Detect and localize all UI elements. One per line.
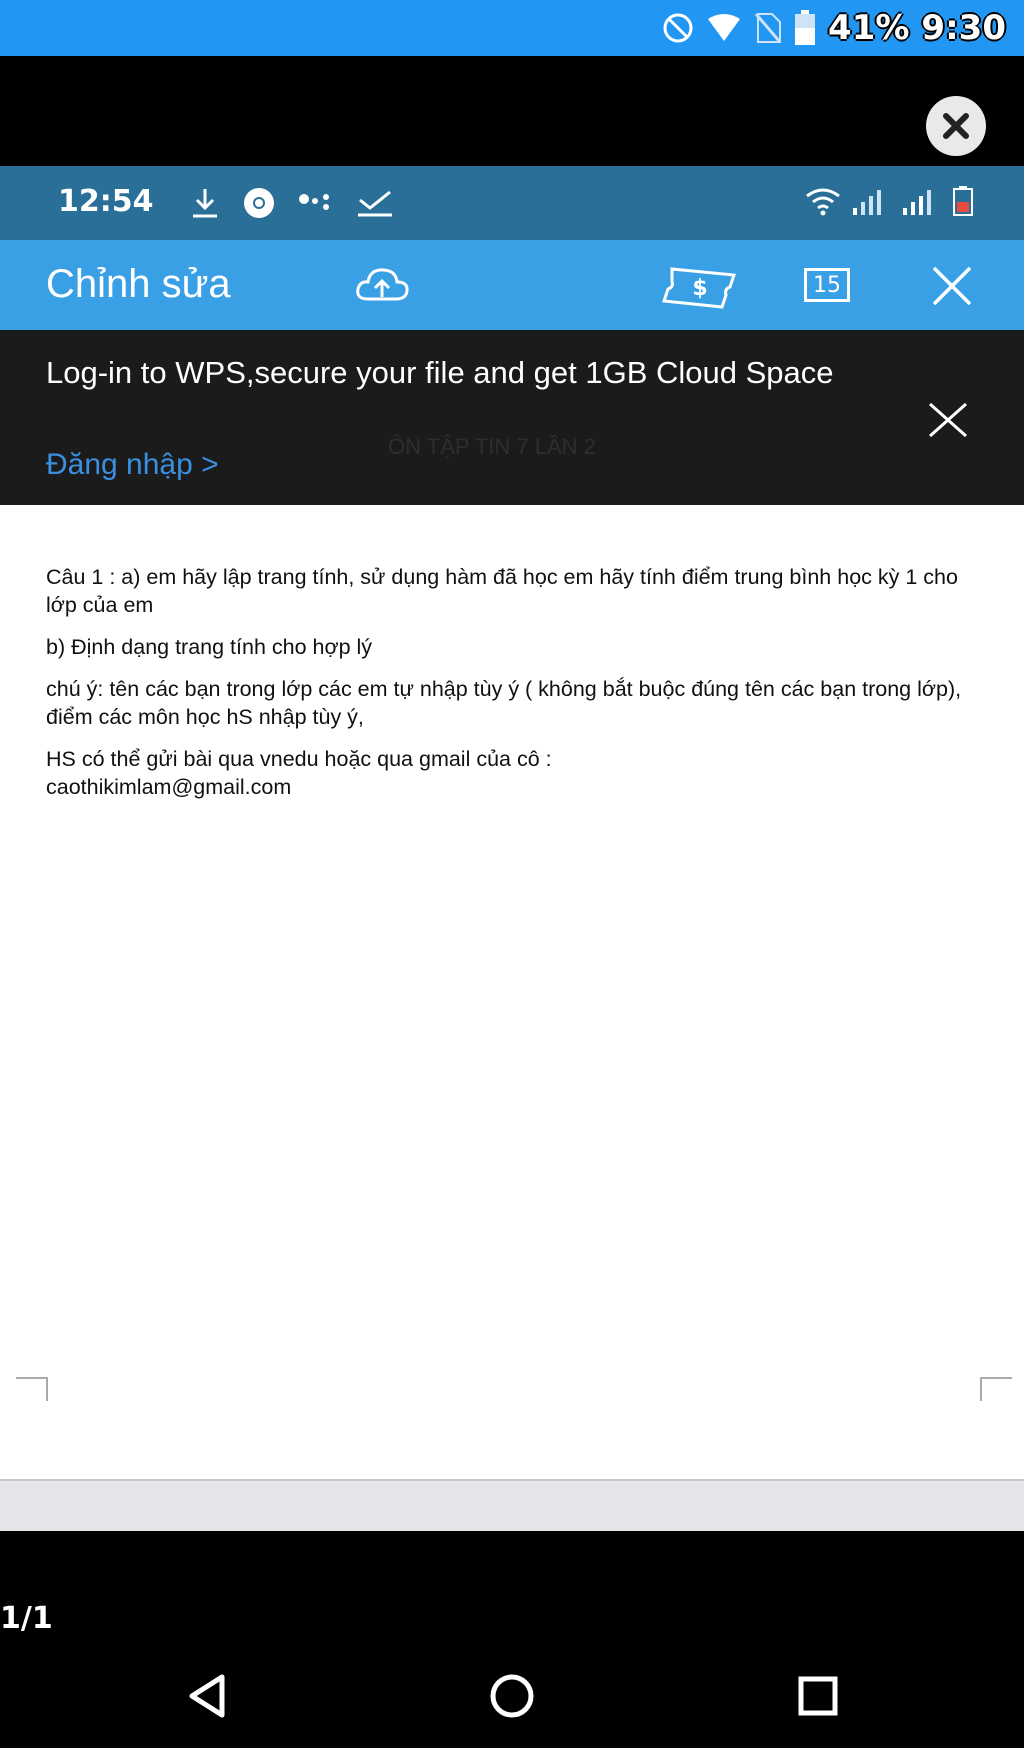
doc-paragraph: b) Định dạng trang tính cho hợp lý (46, 635, 373, 659)
login-banner: ÔN TẬP TIN 7 LẦN 2 Log-in to WPS,secure … (0, 330, 1024, 505)
status-bar-right: 41% 9:30 (662, 6, 1006, 50)
svg-text:$: $ (692, 276, 707, 301)
back-button[interactable] (172, 1661, 242, 1731)
inner-status-right (804, 186, 974, 216)
calendar-button[interactable]: 15 (804, 268, 850, 302)
wifi-icon (708, 14, 741, 41)
document-body: Câu 1 : a) em hãy lập trang tính, sử dụn… (46, 563, 966, 815)
close-editor-button[interactable] (928, 262, 976, 310)
signal-icon (903, 190, 931, 215)
premium-ticket-button[interactable]: $ (660, 260, 740, 314)
chrome-icon (244, 188, 274, 218)
close-icon (932, 266, 972, 306)
back-icon (189, 1674, 225, 1718)
inner-notification-icons (190, 186, 394, 220)
cloud-upload-icon (356, 268, 409, 301)
calendar-icon: 15 (813, 272, 841, 298)
no-sim-icon (754, 13, 782, 43)
login-banner-message: Log-in to WPS,secure your file and get 1… (46, 355, 834, 390)
home-button[interactable] (477, 1661, 547, 1731)
page-counter: 1/1 (0, 1601, 53, 1636)
close-icon (929, 402, 967, 438)
wifi-icon (806, 188, 840, 216)
battery-icon (795, 10, 816, 45)
app-toolbar: Chỉnh sửa $ 15 (0, 240, 1024, 330)
battery-percentage: 41% (828, 8, 910, 48)
close-icon (943, 113, 969, 139)
system-status-bar: 41% 9:30 (0, 0, 1024, 56)
download-icon (193, 189, 217, 218)
doc-paragraph: chú ý: tên các bạn trong lớp các em tự n… (46, 677, 962, 729)
do-not-disturb-icon (663, 13, 693, 43)
page-corner-mark-left (16, 1377, 48, 1401)
inner-clock: 12:54 (58, 184, 154, 219)
toolbar-title: Chỉnh sửa (46, 262, 231, 306)
home-icon (490, 1674, 534, 1718)
doc-paragraph: HS có thể gửi bài qua vnedu hoặc qua gma… (46, 747, 552, 799)
system-clock: 9:30 (921, 8, 1006, 48)
login-link[interactable]: Đăng nhập > (46, 448, 219, 482)
app-dots-icon (299, 194, 329, 210)
doc-paragraph: Câu 1 : a) em hãy lập trang tính, sử dụn… (46, 565, 958, 617)
check-icon (358, 190, 392, 217)
banner-close-button[interactable] (926, 398, 974, 446)
recents-icon (798, 1676, 838, 1716)
recents-button[interactable] (783, 1661, 853, 1731)
document-title-behind-banner: ÔN TẬP TIN 7 LẦN 2 (388, 434, 596, 459)
cloud-upload-button[interactable] (352, 262, 412, 308)
inner-status-bar: 12:54 (0, 166, 1024, 240)
page-corner-mark-right (980, 1377, 1012, 1401)
signal-icon (853, 190, 881, 215)
bottom-navigation: 1/1 (0, 1531, 1024, 1748)
ticket-dollar-icon: $ (661, 267, 737, 309)
battery-icon (953, 186, 973, 216)
overlay-top-band (0, 56, 1024, 166)
page-gap (0, 1481, 1024, 1531)
overlay-close-button[interactable] (926, 96, 986, 156)
document-page[interactable]: Câu 1 : a) em hãy lập trang tính, sử dụn… (0, 505, 1024, 1481)
